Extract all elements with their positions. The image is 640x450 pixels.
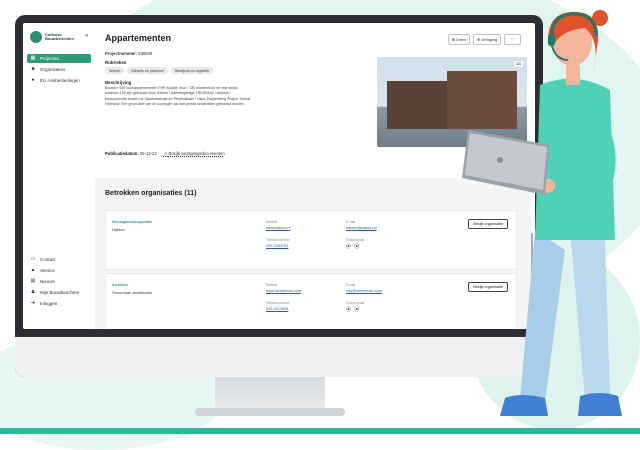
sidebar-item-inloggen[interactable]: ➜ Inloggen (27, 299, 91, 308)
sidebar: Collosse Bouwberichten « ▦ Projecten ■ O… (23, 23, 96, 329)
social-label: Social media (346, 238, 365, 242)
monitor-chin (15, 337, 543, 377)
website-label: Website (266, 283, 278, 287)
globe-icon: ● (31, 77, 35, 83)
grid-icon: ▦ (30, 55, 36, 61)
main-content: Appartementen ⊞ Delen ⊕ Verlaging ♡ Proj… (95, 23, 531, 329)
login-icon: ➜ (30, 300, 36, 306)
phone-label: Telefoonnummer (266, 238, 290, 242)
organisation-type: Woningbouwcorporatie (112, 220, 153, 224)
floor-stripe (0, 428, 640, 434)
description-heading: Beschrijving (105, 80, 132, 85)
chip[interactable]: Winkels en parkeren (127, 67, 169, 74)
organisation-card: Woningbouwcorporatie Habion Website www.… (105, 210, 517, 270)
sidebar-item-label: Projecten (40, 56, 60, 61)
rubrieken-heading: Rubrieken (105, 60, 127, 65)
headset-icon: ▲ (30, 267, 36, 273)
sidebar-item-label: Mijn Bouwberichten (40, 290, 80, 295)
sidebar-item-projecten[interactable]: ▦ Projecten (27, 54, 91, 63)
section-heading: Betrokken organisaties (11) (105, 190, 197, 197)
sidebar-item-label: Service (40, 268, 56, 273)
view-organisation-button[interactable]: Bekijk organisatie (468, 219, 508, 229)
organisation-type: Architect (112, 283, 128, 287)
publication-date: Publicatiedatum: 05-12-22 ⊙ Bekijk voort… (105, 151, 225, 156)
organisation-card: Architect Snoonman architecten Website w… (105, 273, 517, 329)
project-card: Appartementen ⊞ Delen ⊕ Verlaging ♡ Proj… (95, 23, 531, 178)
email-label: E-mail (346, 220, 356, 224)
social-label: Social media (346, 301, 365, 305)
photo-counter: 1/1 (514, 61, 523, 67)
chip[interactable]: Wonen (105, 67, 125, 74)
project-number: Projectnummer: 536839 (105, 51, 153, 56)
sidebar-item-label: Nieuws (40, 279, 55, 284)
news-icon: ▤ (30, 278, 36, 284)
sidebar-item-eu-aanbestedingen[interactable]: ● EU Aanbestedingen (27, 76, 91, 85)
logo-mark-icon (30, 31, 42, 43)
sidebar-item-label: Inloggen (40, 301, 58, 306)
organisation-name: Habion (112, 227, 125, 232)
phone-label: Telefoonnummer (266, 301, 290, 305)
sidebar-item-label: Organisaties (40, 67, 66, 72)
user-icon: ♟ (30, 289, 36, 295)
email-label: E-mail (346, 283, 356, 287)
favorite-heart-icon[interactable]: ♡ (504, 34, 521, 45)
sidebar-item-label: EU Aanbestedingen (40, 78, 80, 83)
social-icons[interactable]: ⦿ ⦿ (346, 306, 360, 313)
organisations-section: Betrokken organisaties (11) Woningbouwco… (95, 178, 531, 329)
monitor-stand (195, 408, 345, 416)
email-link[interactable]: info@snoonman.com (346, 289, 382, 293)
website-label: Website (266, 220, 278, 224)
project-actions: ⊞ Delen ⊕ Verlaging ♡ (447, 34, 521, 45)
verlaging-button[interactable]: ⊕ Verlaging (472, 34, 501, 45)
rubrieken-chips: Wonen Winkels en parkeren Bedrijven en l… (105, 67, 214, 74)
phone-link[interactable]: 030-2204704 (266, 244, 288, 248)
chip[interactable]: Bedrijven en logistiek (171, 67, 214, 74)
email-link[interactable]: habion@habion.nl (346, 226, 377, 230)
phone-link[interactable]: 030-2014608 (266, 307, 288, 311)
social-icons[interactable]: ⦿ ⦿ (346, 243, 360, 250)
chat-icon: ▭ (30, 256, 36, 262)
building-shape (387, 81, 449, 129)
building-shape (447, 71, 517, 129)
screen: Collosse Bouwberichten « ▦ Projecten ■ O… (23, 23, 535, 329)
progress-documents-link[interactable]: ⊙ Bekijk voortgangsdocumenten (164, 151, 225, 156)
folder-icon: ■ (31, 66, 35, 72)
hair-bun (592, 10, 608, 26)
share-button[interactable]: ⊞ Delen (447, 34, 470, 45)
website-link[interactable]: www.snoonman.com (266, 289, 301, 293)
page-title: Appartementen (105, 33, 172, 43)
logo[interactable]: Collosse Bouwberichten (30, 31, 74, 43)
organisation-name: Snoonman architecten (112, 290, 153, 295)
sidebar-item-service[interactable]: ▲ Service (27, 266, 91, 275)
sidebar-item-label: Contact (40, 257, 56, 262)
sidebar-item-contact[interactable]: ▭ Contact (27, 255, 91, 264)
monitor: Collosse Bouwberichten « ▦ Projecten ■ O… (15, 15, 543, 377)
logo-text-line2: Bouwberichten (45, 36, 74, 41)
sidebar-item-nieuws[interactable]: ▤ Nieuws (27, 277, 91, 286)
monitor-neck (215, 377, 325, 411)
project-photo[interactable]: 1/1 (377, 57, 527, 147)
scrollbar[interactable] (531, 233, 533, 273)
view-organisation-button[interactable]: Bekijk organisatie (468, 282, 508, 292)
sidebar-item-mijn-bouwberichten[interactable]: ♟ Mijn Bouwberichten (27, 288, 91, 297)
website-link[interactable]: www.habion.nl (266, 226, 290, 230)
collapse-sidebar-button[interactable]: « (85, 33, 88, 39)
project-description: Bouwen 445 huurappartementen FHR sociale… (105, 86, 251, 107)
sidebar-item-organisaties[interactable]: ■ Organisaties (27, 65, 91, 74)
